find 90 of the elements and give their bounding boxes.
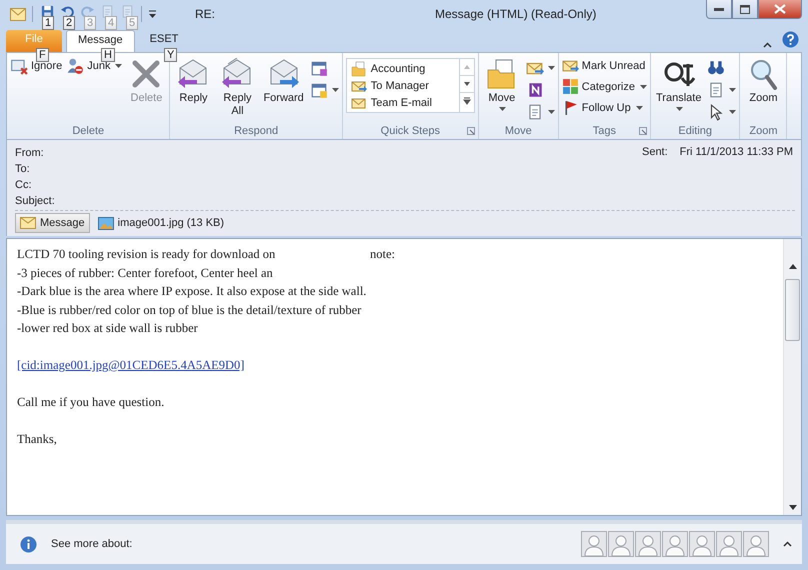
ribbon-button[interactable]: Mark Unread	[562, 55, 647, 76]
ribbon-button[interactable]: Follow Up	[562, 97, 647, 118]
dropdown-caret-icon	[332, 88, 339, 92]
key-tip-tooltip: Y	[164, 48, 178, 62]
forward-icon	[268, 58, 300, 90]
junk-icon	[66, 57, 84, 75]
ribbon-button[interactable]: Zoom	[743, 55, 784, 108]
quick-access-button[interactable]	[59, 4, 75, 18]
envelope-icon	[10, 8, 26, 20]
dropdown-caret-icon	[115, 64, 122, 68]
ribbon-button[interactable]: Categorize	[562, 76, 647, 97]
dropdown-caret-icon	[676, 107, 684, 111]
collapse-ribbon-icon[interactable]	[763, 42, 772, 48]
window-title: RE:	[195, 7, 216, 21]
attachment-tab[interactable]: Message	[15, 213, 90, 233]
group-label: Zoom	[749, 124, 778, 136]
scroll-thumb[interactable]	[785, 279, 800, 341]
attachment-tab[interactable]: image001.jpg (13 KB)	[94, 213, 228, 233]
group-label: Quick Steps	[380, 124, 440, 136]
maximize-button[interactable]	[732, 0, 758, 19]
group-label: Editing	[678, 124, 712, 136]
key-tip-tooltip: 2	[63, 16, 76, 30]
message-text: -Dark blue is the area where IP expose. It also expose at the side wall.	[17, 283, 368, 300]
delete-icon	[130, 58, 162, 90]
link[interactable]: [cid:image001.jpg@01CED6E5.4A5AE9D0]	[17, 358, 244, 372]
image-file-icon	[98, 216, 114, 230]
ribbon-button[interactable]: Forward	[261, 55, 306, 108]
group-label: Tags	[592, 124, 616, 136]
header-label: Subject:	[15, 194, 55, 208]
minimize-icon	[714, 8, 724, 10]
close-icon	[774, 4, 786, 14]
binoculars-icon	[707, 59, 726, 77]
envelope-icon	[20, 217, 36, 229]
sent-date: Fri 11/1/2013 11:33 PM	[680, 146, 793, 160]
ribbon-icon-button[interactable]	[310, 81, 339, 99]
quick-step-item[interactable]: To Manager	[350, 77, 455, 94]
list-icon	[310, 81, 328, 99]
header-label: From:	[15, 146, 45, 160]
ribbon-button[interactable]: Reply All	[217, 55, 258, 121]
maximize-icon	[740, 4, 750, 14]
message-text: Thanks,	[17, 431, 58, 448]
dialog-launcher-icon[interactable]	[466, 127, 475, 135]
close-button[interactable]	[758, 0, 802, 19]
message-text: LCTD 70 tooling revision is ready for download on	[17, 246, 276, 263]
key-tip-tooltip: 4	[105, 16, 118, 30]
scrollbar[interactable]	[783, 239, 801, 515]
header-label: To:	[15, 162, 31, 176]
help-icon[interactable]	[782, 31, 799, 48]
dropdown-caret-icon	[636, 106, 643, 110]
minimize-button[interactable]	[706, 0, 732, 19]
dropdown-caret-icon	[729, 88, 736, 92]
calendar-icon	[310, 59, 328, 77]
dropdown-caret-icon	[548, 110, 555, 114]
dropdown-caret-icon	[640, 84, 647, 88]
key-tip-tooltip: 1	[42, 16, 54, 30]
group-label: Delete	[72, 124, 104, 136]
sent-label: Sent:	[642, 146, 668, 160]
floppy-icon	[40, 4, 54, 18]
message-text: -3 pieces of rubber: Center forefoot, Center heel an	[17, 264, 274, 282]
folder-icon	[350, 60, 367, 76]
info-icon	[20, 536, 37, 552]
color-grid-icon	[562, 78, 579, 95]
group-label: Respond	[234, 124, 278, 136]
message-text: -lower red box at side wall is rubber	[17, 320, 199, 337]
quick-step-item[interactable]: Team E-mail	[350, 94, 455, 111]
customize-dropdown-icon[interactable]	[148, 9, 157, 19]
quick-step-item[interactable]: Accounting	[350, 60, 455, 77]
expand-pane-icon[interactable]	[783, 541, 792, 547]
dropdown-caret-icon	[729, 110, 736, 114]
dropdown-caret-icon	[548, 66, 555, 70]
ribbon-button[interactable]: Move	[482, 55, 522, 114]
group-label: Move	[504, 124, 532, 136]
see-more-label: See more about:	[51, 538, 132, 550]
message-text: Call me if you have question.	[17, 394, 166, 411]
dialog-launcher-icon[interactable]	[639, 127, 647, 135]
header-label: Cc:	[15, 178, 32, 192]
ribbon-button[interactable]: Translate	[654, 55, 704, 114]
message-text: note:	[370, 246, 395, 263]
quick-access-button[interactable]	[39, 4, 55, 18]
key-tip-tooltip: F	[36, 48, 49, 62]
reply-icon	[177, 58, 210, 90]
undo-icon	[60, 4, 74, 18]
key-tip-tooltip: 5	[126, 16, 138, 30]
reply-all-icon	[221, 58, 254, 90]
key-tip-tooltip: H	[101, 48, 115, 62]
message-text: -Blue is rubber/red color on top of blue is the detail/texture of rubber	[17, 302, 362, 319]
ignore-icon	[10, 57, 28, 75]
dropdown-caret-icon	[499, 107, 506, 111]
window-title: Message (HTML) (Read-Only)	[435, 7, 596, 21]
key-tip-tooltip: 3	[84, 16, 96, 30]
